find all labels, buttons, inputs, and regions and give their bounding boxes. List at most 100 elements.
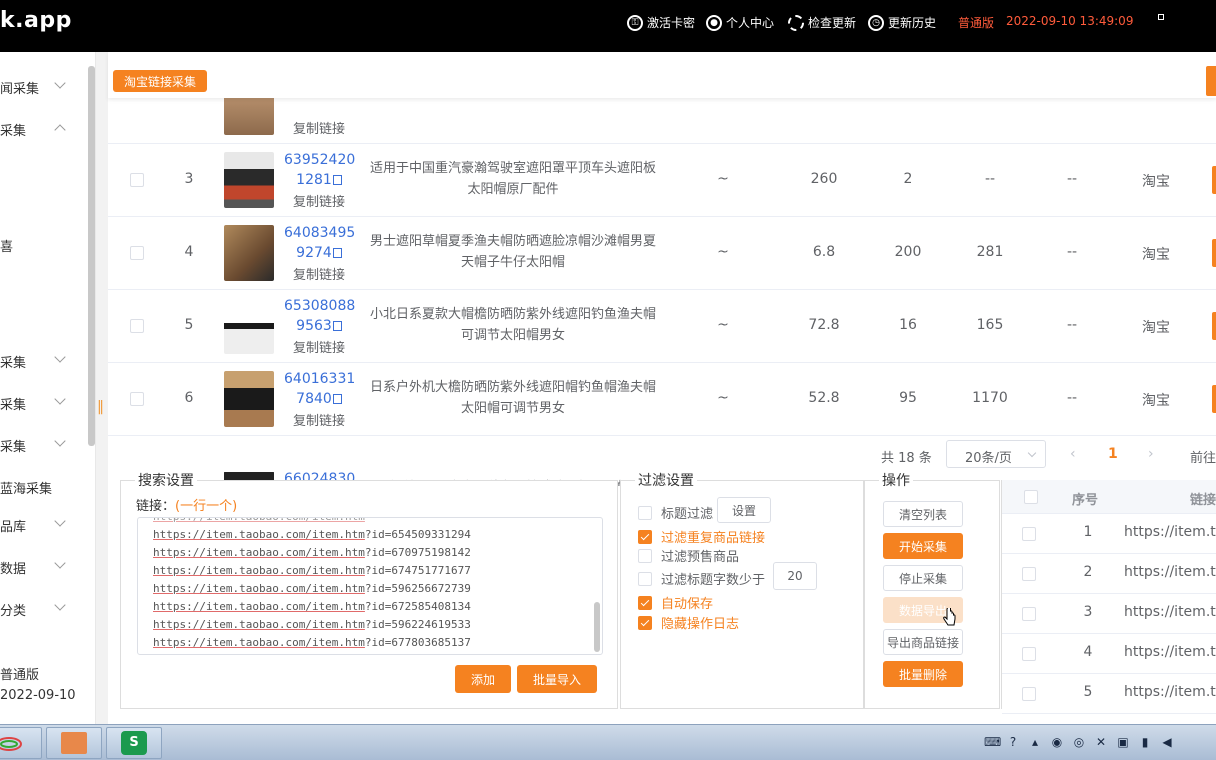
sidebar-item[interactable]: 闻采集	[0, 77, 80, 97]
start-button[interactable]	[0, 727, 42, 759]
tray-app-icon[interactable]: ◉	[1050, 735, 1064, 749]
title-filter-settings-button[interactable]: 设置	[717, 497, 771, 523]
start-collect-button[interactable]: 开始采集	[883, 533, 963, 559]
row-action-button[interactable]	[1212, 312, 1216, 340]
copy-link-button[interactable]: 复制链接	[284, 337, 354, 356]
tray-signal-icon[interactable]: ▮	[1138, 735, 1152, 749]
title-min-label: 过滤标题字数少于	[661, 573, 766, 588]
product-id-link[interactable]: 63952420 1281	[284, 150, 355, 190]
user-center-button[interactable]: ● 个人中心	[706, 14, 774, 31]
title-min-input[interactable]: 20	[773, 562, 817, 590]
row-checkbox[interactable]	[130, 246, 144, 260]
current-page[interactable]: 1	[1108, 446, 1118, 462]
tray-network-off-icon[interactable]: ✕	[1094, 735, 1108, 749]
clear-list-button[interactable]: 清空列表	[883, 501, 963, 527]
row-checkbox[interactable]	[1022, 527, 1036, 541]
copy-icon[interactable]	[332, 248, 342, 258]
presale-checkbox[interactable]	[638, 548, 652, 563]
row-action-button[interactable]	[1212, 385, 1216, 413]
volume-icon[interactable]: ◀	[1160, 735, 1174, 749]
stop-collect-button[interactable]: 停止采集	[883, 565, 963, 591]
sidebar-item[interactable]: 品库	[0, 515, 80, 535]
link-list-header: 序号 链接	[1002, 480, 1216, 514]
sidebar-item[interactable]: 数据	[0, 557, 80, 577]
batch-import-button[interactable]: 批量导入	[517, 665, 597, 693]
check-update-button[interactable]: 检查更新	[788, 14, 856, 31]
autosave-option[interactable]: 自动保存	[638, 593, 713, 612]
sidebar-item[interactable]: 采集	[0, 435, 80, 455]
copy-icon[interactable]	[332, 321, 342, 331]
list-index: 1	[1083, 524, 1093, 540]
add-button[interactable]: 添加	[455, 665, 511, 693]
keyboard-icon[interactable]: ⌨	[984, 735, 1001, 749]
sidebar-item[interactable]: 蓝海采集	[0, 478, 80, 497]
sidebar-scrollbar[interactable]	[88, 66, 95, 446]
export-links-button[interactable]: 导出商品链接	[883, 629, 963, 655]
batch-delete-button[interactable]: 批量删除	[883, 661, 963, 687]
product-id-line1: 64016331	[284, 371, 356, 387]
title-filter-checkbox[interactable]	[638, 505, 652, 520]
page-size-select[interactable]: 20条/页	[946, 440, 1046, 468]
sidebar-item[interactable]: 分类	[0, 599, 80, 619]
link-query: ?id=670975198142	[364, 546, 471, 559]
autosave-label: 自动保存	[661, 597, 714, 612]
sidebar-item[interactable]: 采集	[0, 120, 80, 139]
product-thumbnail	[224, 98, 274, 135]
row-action-button[interactable]	[1212, 166, 1216, 194]
title-filter-option[interactable]: 标题过滤	[638, 503, 713, 522]
sidebar-item[interactable]: 采集	[0, 393, 80, 413]
filter-settings-legend: 过滤设置	[635, 470, 697, 490]
product-id-line1: 65308088	[284, 298, 356, 314]
hide-log-option[interactable]: 隐藏操作日志	[638, 613, 739, 632]
autosave-checkbox[interactable]	[638, 595, 652, 610]
prev-page-button[interactable]: ‹	[1070, 446, 1076, 462]
textarea-scrollbar[interactable]	[594, 602, 600, 652]
toolbar-right-button[interactable]	[1206, 66, 1216, 96]
product-id-link[interactable]: 64016331 7840	[284, 369, 356, 409]
link-base: https://item.taobao.com/item.htm	[153, 618, 365, 631]
row-checkbox[interactable]	[1022, 687, 1036, 701]
price-range: ~	[717, 244, 729, 260]
title-min-checkbox[interactable]	[638, 571, 652, 586]
row-checkbox[interactable]	[1022, 647, 1036, 661]
update-history-button[interactable]: ◷ 更新历史	[868, 14, 936, 31]
sidebar-item[interactable]: 喜	[0, 236, 80, 255]
copy-icon[interactable]	[332, 394, 342, 404]
splitter-handle-icon[interactable]: ‖	[97, 398, 105, 416]
window-restore-icon[interactable]	[1158, 14, 1164, 20]
copy-link-button[interactable]: 复制链接	[284, 410, 354, 429]
arrow-icon[interactable]: ▴	[1028, 735, 1042, 749]
copy-link-button[interactable]: 复制链接	[284, 264, 354, 283]
row-checkbox[interactable]	[130, 319, 144, 333]
title-min-option[interactable]: 过滤标题字数少于	[638, 569, 765, 588]
row-checkbox[interactable]	[1022, 567, 1036, 581]
sidebar-item-label: 喜	[0, 240, 14, 255]
row-checkbox[interactable]	[130, 392, 144, 406]
next-page-button[interactable]: ›	[1148, 446, 1154, 462]
select-all-checkbox[interactable]	[1024, 490, 1038, 504]
row-action-button[interactable]	[1212, 239, 1216, 267]
help-icon[interactable]: ?	[1006, 735, 1020, 749]
links-textarea[interactable]: https://item.taobao.com/item.htm https:/…	[137, 517, 603, 655]
list-item: 4 https://item.ta	[1002, 634, 1216, 674]
activate-button[interactable]: ⚿ 激活卡密	[627, 14, 695, 31]
row-checkbox[interactable]	[130, 173, 144, 187]
product-id-link[interactable]: 65308088 9563	[284, 296, 356, 336]
taskbar-app-1[interactable]	[46, 727, 102, 759]
presale-option[interactable]: 过滤预售商品	[638, 546, 739, 565]
copy-link-button[interactable]: 复制链接	[284, 118, 354, 137]
dedupe-checkbox[interactable]	[638, 529, 652, 544]
copy-link-button[interactable]: 复制链接	[284, 191, 354, 210]
row-checkbox[interactable]	[1022, 607, 1036, 621]
hide-log-checkbox[interactable]	[638, 615, 652, 630]
product-id-link[interactable]: 64083495 9274	[284, 223, 355, 263]
taobao-link-collect-button[interactable]: 淘宝链接采集	[113, 70, 207, 92]
product-id-line2: 9563	[296, 318, 332, 334]
filter-settings-panel: 过滤设置 标题过滤 设置 过滤重复商品链接 过滤预售商品 过滤标题字数少于 20…	[620, 470, 864, 709]
tray-device-icon[interactable]: ▣	[1116, 735, 1130, 749]
tray-record-icon[interactable]: ◎	[1072, 735, 1086, 749]
copy-icon[interactable]	[332, 175, 342, 185]
dedupe-option[interactable]: 过滤重复商品链接	[638, 527, 765, 546]
taskbar-app-2[interactable]: S	[106, 727, 162, 759]
sidebar-item[interactable]: 采集	[0, 351, 80, 371]
